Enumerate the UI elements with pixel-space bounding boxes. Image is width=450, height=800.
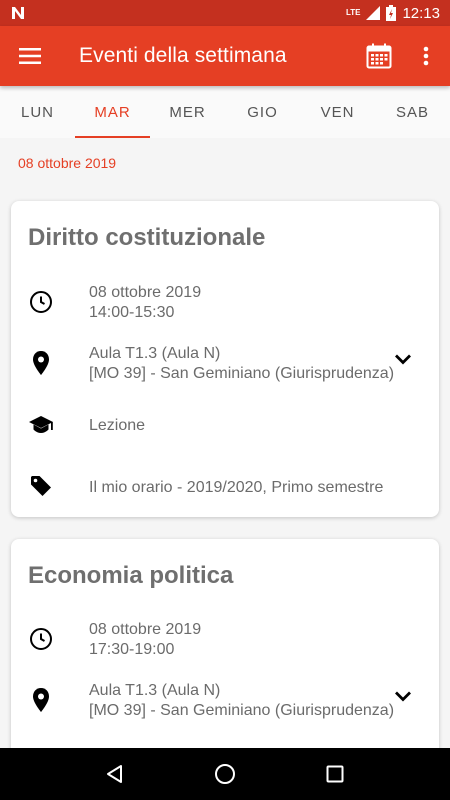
calendar-icon xyxy=(366,43,392,69)
back-button[interactable] xyxy=(95,754,135,794)
event-time: 14:00-15:30 xyxy=(89,304,175,321)
battery-icon xyxy=(386,5,397,21)
notification-n-icon xyxy=(12,7,24,19)
event-title: Economia politica xyxy=(28,562,234,589)
home-circle-icon xyxy=(215,764,235,784)
clock: 12:13 xyxy=(402,4,440,22)
event-title: Diritto costituzionale xyxy=(28,224,266,251)
date-header: 08 ottobre 2019 xyxy=(18,155,117,171)
event-date: 08 ottobre 2019 xyxy=(89,621,202,638)
event-location: Aula T1.3 (Aula N) [MO 39] - San Geminia… xyxy=(89,344,394,384)
tab-ven[interactable]: VEN xyxy=(300,86,375,138)
day-tabs: LUN MAR MER GIO VEN SAB xyxy=(0,86,450,138)
tab-sab[interactable]: SAB xyxy=(375,86,450,138)
tab-mar[interactable]: MAR xyxy=(75,86,150,138)
event-datetime: 08 ottobre 2019 14:00-15:30 xyxy=(89,283,201,323)
more-vert-icon xyxy=(423,46,429,66)
home-button[interactable] xyxy=(205,754,245,794)
page-title: Eventi della settimana xyxy=(79,44,287,67)
event-room: Aula T1.3 (Aula N) xyxy=(89,345,221,362)
tag-icon xyxy=(27,472,55,500)
event-room: Aula T1.3 (Aula N) xyxy=(89,682,221,699)
tab-lun[interactable]: LUN xyxy=(0,86,75,138)
signal-icon xyxy=(366,6,381,20)
location-pin-icon xyxy=(27,349,55,377)
app-bar: Eventi della settimana xyxy=(0,26,450,86)
event-card[interactable]: Economia politica 08 ottobre 2019 17:30-… xyxy=(11,539,439,779)
event-type: Lezione xyxy=(89,417,146,434)
event-location: Aula T1.3 (Aula N) [MO 39] - San Geminia… xyxy=(89,681,394,721)
graduation-cap-icon xyxy=(27,411,55,439)
clock-icon xyxy=(27,288,55,316)
menu-icon xyxy=(19,48,41,64)
event-building: [MO 39] - San Geminiano (Giurisprudenza) xyxy=(89,702,395,719)
network-type-label: LTE xyxy=(345,8,361,17)
recents-square-icon xyxy=(326,765,344,783)
event-card[interactable]: Diritto costituzionale 08 ottobre 2019 1… xyxy=(11,201,439,517)
calendar-button[interactable] xyxy=(358,36,400,76)
status-bar: LTE 12:13 xyxy=(0,0,450,26)
location-pin-icon xyxy=(27,686,55,714)
event-datetime: 08 ottobre 2019 17:30-19:00 xyxy=(89,620,201,660)
back-triangle-icon xyxy=(107,765,122,783)
event-time: 17:30-19:00 xyxy=(89,641,175,658)
event-calendar: Il mio orario - 2019/2020, Primo semestr… xyxy=(89,479,384,496)
clock-icon xyxy=(27,625,55,653)
tab-gio[interactable]: GIO xyxy=(225,86,300,138)
event-building: [MO 39] - San Geminiano (Giurisprudenza) xyxy=(89,365,395,382)
chevron-down-icon[interactable] xyxy=(391,684,415,708)
recents-button[interactable] xyxy=(315,754,355,794)
chevron-down-icon[interactable] xyxy=(391,347,415,371)
more-options-button[interactable] xyxy=(406,36,446,76)
menu-button[interactable] xyxy=(0,26,60,86)
event-date: 08 ottobre 2019 xyxy=(89,284,202,301)
system-navigation-bar xyxy=(0,748,450,800)
tab-mer[interactable]: MER xyxy=(150,86,225,138)
